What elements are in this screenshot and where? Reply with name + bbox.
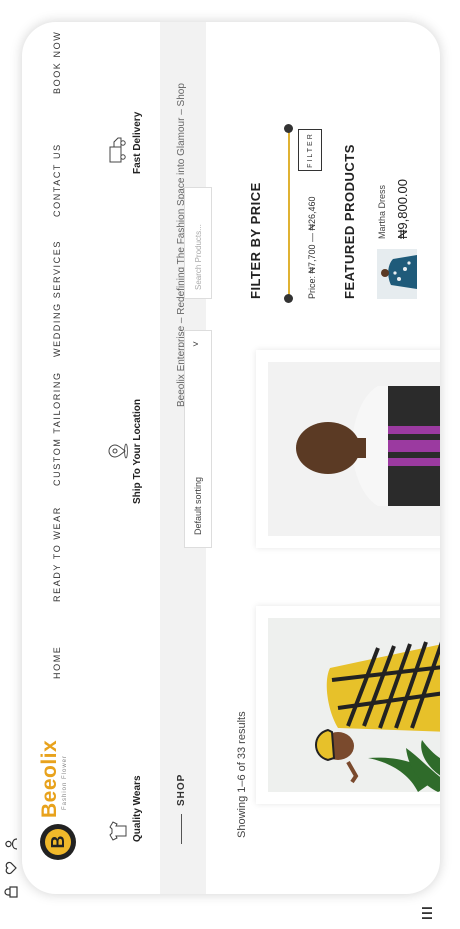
features-row: Quality Wears Ship To Your Location Fast… xyxy=(94,22,160,894)
nav-home[interactable]: HOME xyxy=(52,646,62,679)
feature-fast-delivery: Fast Delivery xyxy=(132,111,143,174)
featured-product-name[interactable]: Martha Dress xyxy=(377,185,387,239)
featured-title: FEATURED PRODUCTS xyxy=(342,144,357,299)
search-input[interactable]: Search Products... xyxy=(184,187,212,299)
menu-icon[interactable] xyxy=(420,891,434,921)
product-image[interactable] xyxy=(268,362,440,536)
header: B Beeolix Fashion Flower HOME READY TO W… xyxy=(22,22,94,894)
page: B Beeolix Fashion Flower HOME READY TO W… xyxy=(22,22,440,894)
user-icon[interactable] xyxy=(4,837,18,851)
featured-product-price: ₦9,800.00 xyxy=(395,179,410,239)
sort-select[interactable]: Default sorting ˅ xyxy=(184,330,212,548)
filter-title: FILTER BY PRICE xyxy=(248,182,263,299)
location-icon xyxy=(108,443,128,459)
heart-icon[interactable] xyxy=(4,861,18,875)
shirt-icon xyxy=(109,821,127,841)
search-placeholder: Search Products... xyxy=(194,224,203,290)
page-title: SHOP xyxy=(176,773,187,806)
nav-ready-to-wear[interactable]: READY TO WEAR xyxy=(52,506,62,602)
rotated-screen: B Beeolix Fashion Flower HOME READY TO W… xyxy=(0,0,460,929)
featured-product-image[interactable] xyxy=(377,249,417,299)
nav-contact-us[interactable]: CONTACT US xyxy=(52,143,62,217)
feature-quality-wears: Quality Wears xyxy=(132,775,143,842)
nav-book-now[interactable]: BOOK NOW xyxy=(52,31,62,94)
product-card[interactable] xyxy=(256,350,440,548)
price-slider[interactable] xyxy=(288,129,290,299)
filter-button[interactable]: FILTER xyxy=(298,129,322,171)
brand-logo[interactable]: B xyxy=(40,824,76,860)
product-photo-agbada xyxy=(268,362,440,536)
results-count: Showing 1–6 of 33 results xyxy=(236,711,248,838)
featured-photo xyxy=(377,249,417,299)
sort-label: Default sorting xyxy=(193,476,203,535)
price-slider-min-handle[interactable] xyxy=(284,294,293,303)
brand-tagline: Fashion Flower xyxy=(62,754,68,810)
product-image[interactable] xyxy=(268,618,440,792)
nav-custom-tailoring[interactable]: CUSTOM TAILORING xyxy=(52,371,62,486)
product-photo-dress xyxy=(268,618,440,792)
price-range: Price: ₦7,700 — ₦26,460 xyxy=(307,196,317,299)
system-icons xyxy=(0,0,22,929)
chevron-down-icon: ˅ xyxy=(191,341,202,347)
product-card[interactable] xyxy=(256,606,440,804)
lock-icon[interactable] xyxy=(4,885,18,899)
nav-wedding-services[interactable]: WEDDING SERVICES xyxy=(52,240,62,357)
breadcrumb-divider xyxy=(181,814,182,844)
brand-name[interactable]: Beeolix xyxy=(38,740,62,818)
feature-ship-location: Ship To Your Location xyxy=(132,399,143,504)
logo-letter: B xyxy=(45,829,71,855)
price-slider-max-handle[interactable] xyxy=(284,124,293,133)
truck-icon xyxy=(109,137,126,163)
